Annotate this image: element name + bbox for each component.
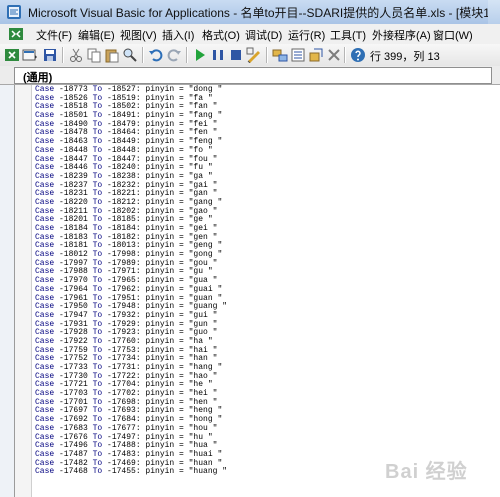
code-line[interactable]: Case -17468 To -17455: pinyin = "huang " bbox=[35, 467, 227, 477]
properties-window-icon[interactable] bbox=[290, 47, 306, 63]
title-bar-edge bbox=[488, 0, 500, 24]
design-mode-icon[interactable] bbox=[246, 47, 262, 63]
pause-icon[interactable] bbox=[210, 47, 226, 63]
menu-file[interactable]: 文件(F) bbox=[36, 27, 72, 43]
paste-icon[interactable] bbox=[104, 47, 120, 63]
redo-icon[interactable] bbox=[166, 47, 182, 63]
object-combo-value: (通用) bbox=[23, 72, 53, 84]
help-icon[interactable] bbox=[350, 47, 366, 63]
margin-indicator-bar[interactable] bbox=[15, 85, 32, 497]
cut-icon[interactable] bbox=[68, 47, 84, 63]
title-bar: Microsoft Visual Basic for Applications … bbox=[0, 0, 500, 25]
save-icon[interactable] bbox=[42, 47, 58, 63]
run-icon[interactable] bbox=[192, 47, 208, 63]
menu-window[interactable]: 窗口(W) bbox=[433, 27, 473, 43]
undo-icon[interactable] bbox=[148, 47, 164, 63]
toolbar-separator bbox=[186, 47, 188, 63]
menu-format[interactable]: 格式(O) bbox=[202, 27, 240, 43]
toolbar-separator bbox=[344, 47, 346, 63]
object-combo[interactable]: (通用) bbox=[14, 67, 492, 84]
menu-bar: 文件(F) 编辑(E) 视图(V) 插入(I) 格式(O) 调试(D) 运行(R… bbox=[0, 24, 500, 45]
menu-view[interactable]: 视图(V) bbox=[120, 27, 157, 43]
vba-app-icon bbox=[7, 5, 21, 19]
vba-editor-window: Microsoft Visual Basic for Applications … bbox=[0, 0, 500, 497]
object-browser-icon[interactable] bbox=[308, 47, 324, 63]
menu-tools[interactable]: 工具(T) bbox=[330, 27, 366, 43]
insert-userform-icon[interactable] bbox=[22, 47, 38, 63]
menu-edit[interactable]: 编辑(E) bbox=[78, 27, 115, 43]
excel-icon[interactable] bbox=[4, 47, 20, 63]
code-lines[interactable]: Case -18773 To -18527: pinyin = "dong " C… bbox=[35, 85, 227, 477]
cursor-position-label: 行 399，列 13 bbox=[370, 51, 440, 63]
copy-icon[interactable] bbox=[86, 47, 102, 63]
object-procedure-bar: (通用) bbox=[0, 66, 500, 85]
menu-run[interactable]: 运行(R) bbox=[288, 27, 325, 43]
menu-addins[interactable]: 外接程序(A) bbox=[372, 27, 431, 43]
code-window[interactable]: Case -18773 To -18527: pinyin = "dong " C… bbox=[14, 85, 500, 497]
toolbar-separator bbox=[62, 47, 64, 63]
menu-insert[interactable]: 插入(I) bbox=[162, 27, 194, 43]
excel-view-icon[interactable] bbox=[8, 26, 24, 42]
project-explorer-icon[interactable] bbox=[272, 47, 288, 63]
stop-icon[interactable] bbox=[228, 47, 244, 63]
toolbox-icon[interactable] bbox=[326, 47, 342, 63]
toolbar-separator bbox=[142, 47, 144, 63]
window-title: Microsoft Visual Basic for Applications … bbox=[28, 6, 500, 20]
baidu-watermark: Bai 经验 bbox=[385, 461, 468, 483]
menu-debug[interactable]: 调试(D) bbox=[245, 27, 282, 43]
standard-toolbar: 行 399，列 13 bbox=[0, 44, 500, 67]
toolbar-separator bbox=[266, 47, 268, 63]
find-icon[interactable] bbox=[122, 47, 138, 63]
